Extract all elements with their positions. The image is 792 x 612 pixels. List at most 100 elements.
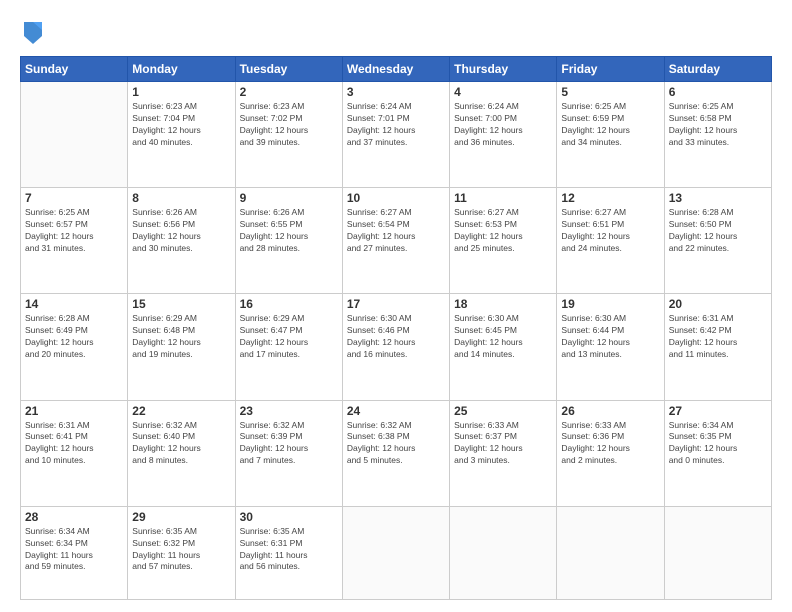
day-info: Sunrise: 6:26 AM Sunset: 6:56 PM Dayligh… — [132, 207, 230, 255]
day-cell: 18 Sunrise: 6:30 AM Sunset: 6:45 PM Dayli… — [450, 294, 557, 400]
day-info: Sunrise: 6:30 AM Sunset: 6:46 PM Dayligh… — [347, 313, 445, 361]
day-number: 26 — [561, 404, 659, 418]
day-number: 21 — [25, 404, 123, 418]
weekday-header-friday: Friday — [557, 57, 664, 82]
day-cell: 5Sunrise: 6:25 AM Sunset: 6:59 PM Daylig… — [557, 82, 664, 188]
day-cell: 29 Sunrise: 6:35 AM Sunset: 6:32 PM Dayli… — [128, 506, 235, 599]
day-cell: 4 Sunrise: 6:24 AM Sunset: 7:00 PM Daylig… — [450, 82, 557, 188]
page: SundayMondayTuesdayWednesdayThursdayFrid… — [0, 0, 792, 612]
week-row-5: 28 Sunrise: 6:34 AM Sunset: 6:34 PM Dayli… — [21, 506, 772, 599]
day-cell: 21 Sunrise: 6:31 AM Sunset: 6:41 PM Dayli… — [21, 400, 128, 506]
day-number: 19 — [561, 297, 659, 311]
day-info: Sunrise: 6:25 AM Sunset: 6:57 PM Dayligh… — [25, 207, 123, 255]
day-number: 24 — [347, 404, 445, 418]
day-info: Sunrise: 6:34 AM Sunset: 6:35 PM Dayligh… — [669, 420, 767, 468]
weekday-header-tuesday: Tuesday — [235, 57, 342, 82]
day-cell: 27 Sunrise: 6:34 AM Sunset: 6:35 PM Dayli… — [664, 400, 771, 506]
day-number: 11 — [454, 191, 552, 205]
day-info: Sunrise: 6:29 AM Sunset: 6:48 PM Dayligh… — [132, 313, 230, 361]
day-info: Sunrise: 6:31 AM Sunset: 6:41 PM Dayligh… — [25, 420, 123, 468]
day-number: 12 — [561, 191, 659, 205]
week-row-1: 1 Sunrise: 6:23 AM Sunset: 7:04 PM Daylig… — [21, 82, 772, 188]
day-number: 5 — [561, 85, 659, 99]
day-number: 27 — [669, 404, 767, 418]
day-info: Sunrise: 6:33 AM Sunset: 6:36 PM Dayligh… — [561, 420, 659, 468]
calendar-table: SundayMondayTuesdayWednesdayThursdayFrid… — [20, 56, 772, 600]
day-cell: 12 Sunrise: 6:27 AM Sunset: 6:51 PM Dayli… — [557, 188, 664, 294]
day-number: 30 — [240, 510, 338, 524]
weekday-header-thursday: Thursday — [450, 57, 557, 82]
day-cell — [664, 506, 771, 599]
day-cell: 2 Sunrise: 6:23 AM Sunset: 7:02 PM Daylig… — [235, 82, 342, 188]
day-cell: 11 Sunrise: 6:27 AM Sunset: 6:53 PM Dayli… — [450, 188, 557, 294]
weekday-header-row: SundayMondayTuesdayWednesdayThursdayFrid… — [21, 57, 772, 82]
day-cell: 16 Sunrise: 6:29 AM Sunset: 6:47 PM Dayli… — [235, 294, 342, 400]
day-cell: 3 Sunrise: 6:24 AM Sunset: 7:01 PM Daylig… — [342, 82, 449, 188]
day-cell: 24 Sunrise: 6:32 AM Sunset: 6:38 PM Dayli… — [342, 400, 449, 506]
day-number: 3 — [347, 85, 445, 99]
day-cell: 23 Sunrise: 6:32 AM Sunset: 6:39 PM Dayli… — [235, 400, 342, 506]
day-number: 22 — [132, 404, 230, 418]
day-info: Sunrise: 6:27 AM Sunset: 6:51 PM Dayligh… — [561, 207, 659, 255]
day-info: Sunrise: 6:33 AM Sunset: 6:37 PM Dayligh… — [454, 420, 552, 468]
day-cell: 28 Sunrise: 6:34 AM Sunset: 6:34 PM Dayli… — [21, 506, 128, 599]
day-info: Sunrise: 6:30 AM Sunset: 6:45 PM Dayligh… — [454, 313, 552, 361]
day-number: 15 — [132, 297, 230, 311]
day-info: Sunrise: 6:28 AM Sunset: 6:50 PM Dayligh… — [669, 207, 767, 255]
day-info: Sunrise: 6:34 AM Sunset: 6:34 PM Dayligh… — [25, 526, 123, 574]
day-cell: 7 Sunrise: 6:25 AM Sunset: 6:57 PM Daylig… — [21, 188, 128, 294]
day-number: 6 — [669, 85, 767, 99]
day-info: Sunrise: 6:23 AM Sunset: 7:04 PM Dayligh… — [132, 101, 230, 149]
weekday-header-wednesday: Wednesday — [342, 57, 449, 82]
day-number: 10 — [347, 191, 445, 205]
day-cell — [557, 506, 664, 599]
day-info: Sunrise: 6:29 AM Sunset: 6:47 PM Dayligh… — [240, 313, 338, 361]
day-info: Sunrise: 6:32 AM Sunset: 6:38 PM Dayligh… — [347, 420, 445, 468]
day-cell: 15 Sunrise: 6:29 AM Sunset: 6:48 PM Dayli… — [128, 294, 235, 400]
day-number: 16 — [240, 297, 338, 311]
day-cell: 17 Sunrise: 6:30 AM Sunset: 6:46 PM Dayli… — [342, 294, 449, 400]
day-info: Sunrise: 6:31 AM Sunset: 6:42 PM Dayligh… — [669, 313, 767, 361]
day-number: 9 — [240, 191, 338, 205]
day-number: 14 — [25, 297, 123, 311]
day-cell: 20 Sunrise: 6:31 AM Sunset: 6:42 PM Dayli… — [664, 294, 771, 400]
day-cell: 9Sunrise: 6:26 AM Sunset: 6:55 PM Daylig… — [235, 188, 342, 294]
day-info: Sunrise: 6:32 AM Sunset: 6:40 PM Dayligh… — [132, 420, 230, 468]
day-info: Sunrise: 6:28 AM Sunset: 6:49 PM Dayligh… — [25, 313, 123, 361]
day-info: Sunrise: 6:24 AM Sunset: 7:01 PM Dayligh… — [347, 101, 445, 149]
day-cell: 30 Sunrise: 6:35 AM Sunset: 6:31 PM Dayli… — [235, 506, 342, 599]
day-info: Sunrise: 6:30 AM Sunset: 6:44 PM Dayligh… — [561, 313, 659, 361]
day-number: 25 — [454, 404, 552, 418]
day-cell: 13Sunrise: 6:28 AM Sunset: 6:50 PM Dayli… — [664, 188, 771, 294]
header — [20, 18, 772, 46]
day-number: 28 — [25, 510, 123, 524]
day-info: Sunrise: 6:27 AM Sunset: 6:53 PM Dayligh… — [454, 207, 552, 255]
weekday-header-sunday: Sunday — [21, 57, 128, 82]
day-info: Sunrise: 6:25 AM Sunset: 6:58 PM Dayligh… — [669, 101, 767, 149]
day-info: Sunrise: 6:32 AM Sunset: 6:39 PM Dayligh… — [240, 420, 338, 468]
logo — [20, 18, 46, 46]
day-number: 17 — [347, 297, 445, 311]
day-cell: 19 Sunrise: 6:30 AM Sunset: 6:44 PM Dayli… — [557, 294, 664, 400]
day-number: 23 — [240, 404, 338, 418]
day-info: Sunrise: 6:35 AM Sunset: 6:32 PM Dayligh… — [132, 526, 230, 574]
day-number: 1 — [132, 85, 230, 99]
day-cell: 26 Sunrise: 6:33 AM Sunset: 6:36 PM Dayli… — [557, 400, 664, 506]
day-number: 7 — [25, 191, 123, 205]
day-info: Sunrise: 6:27 AM Sunset: 6:54 PM Dayligh… — [347, 207, 445, 255]
day-number: 20 — [669, 297, 767, 311]
weekday-header-monday: Monday — [128, 57, 235, 82]
day-number: 4 — [454, 85, 552, 99]
day-cell: 6 Sunrise: 6:25 AM Sunset: 6:58 PM Daylig… — [664, 82, 771, 188]
day-info: Sunrise: 6:24 AM Sunset: 7:00 PM Dayligh… — [454, 101, 552, 149]
week-row-4: 21 Sunrise: 6:31 AM Sunset: 6:41 PM Dayli… — [21, 400, 772, 506]
day-number: 29 — [132, 510, 230, 524]
day-number: 2 — [240, 85, 338, 99]
day-cell — [450, 506, 557, 599]
day-number: 18 — [454, 297, 552, 311]
day-info: Sunrise: 6:23 AM Sunset: 7:02 PM Dayligh… — [240, 101, 338, 149]
day-cell: 14 Sunrise: 6:28 AM Sunset: 6:49 PM Dayli… — [21, 294, 128, 400]
day-cell: 10 Sunrise: 6:27 AM Sunset: 6:54 PM Dayli… — [342, 188, 449, 294]
day-info: Sunrise: 6:35 AM Sunset: 6:31 PM Dayligh… — [240, 526, 338, 574]
day-cell: 25 Sunrise: 6:33 AM Sunset: 6:37 PM Dayli… — [450, 400, 557, 506]
